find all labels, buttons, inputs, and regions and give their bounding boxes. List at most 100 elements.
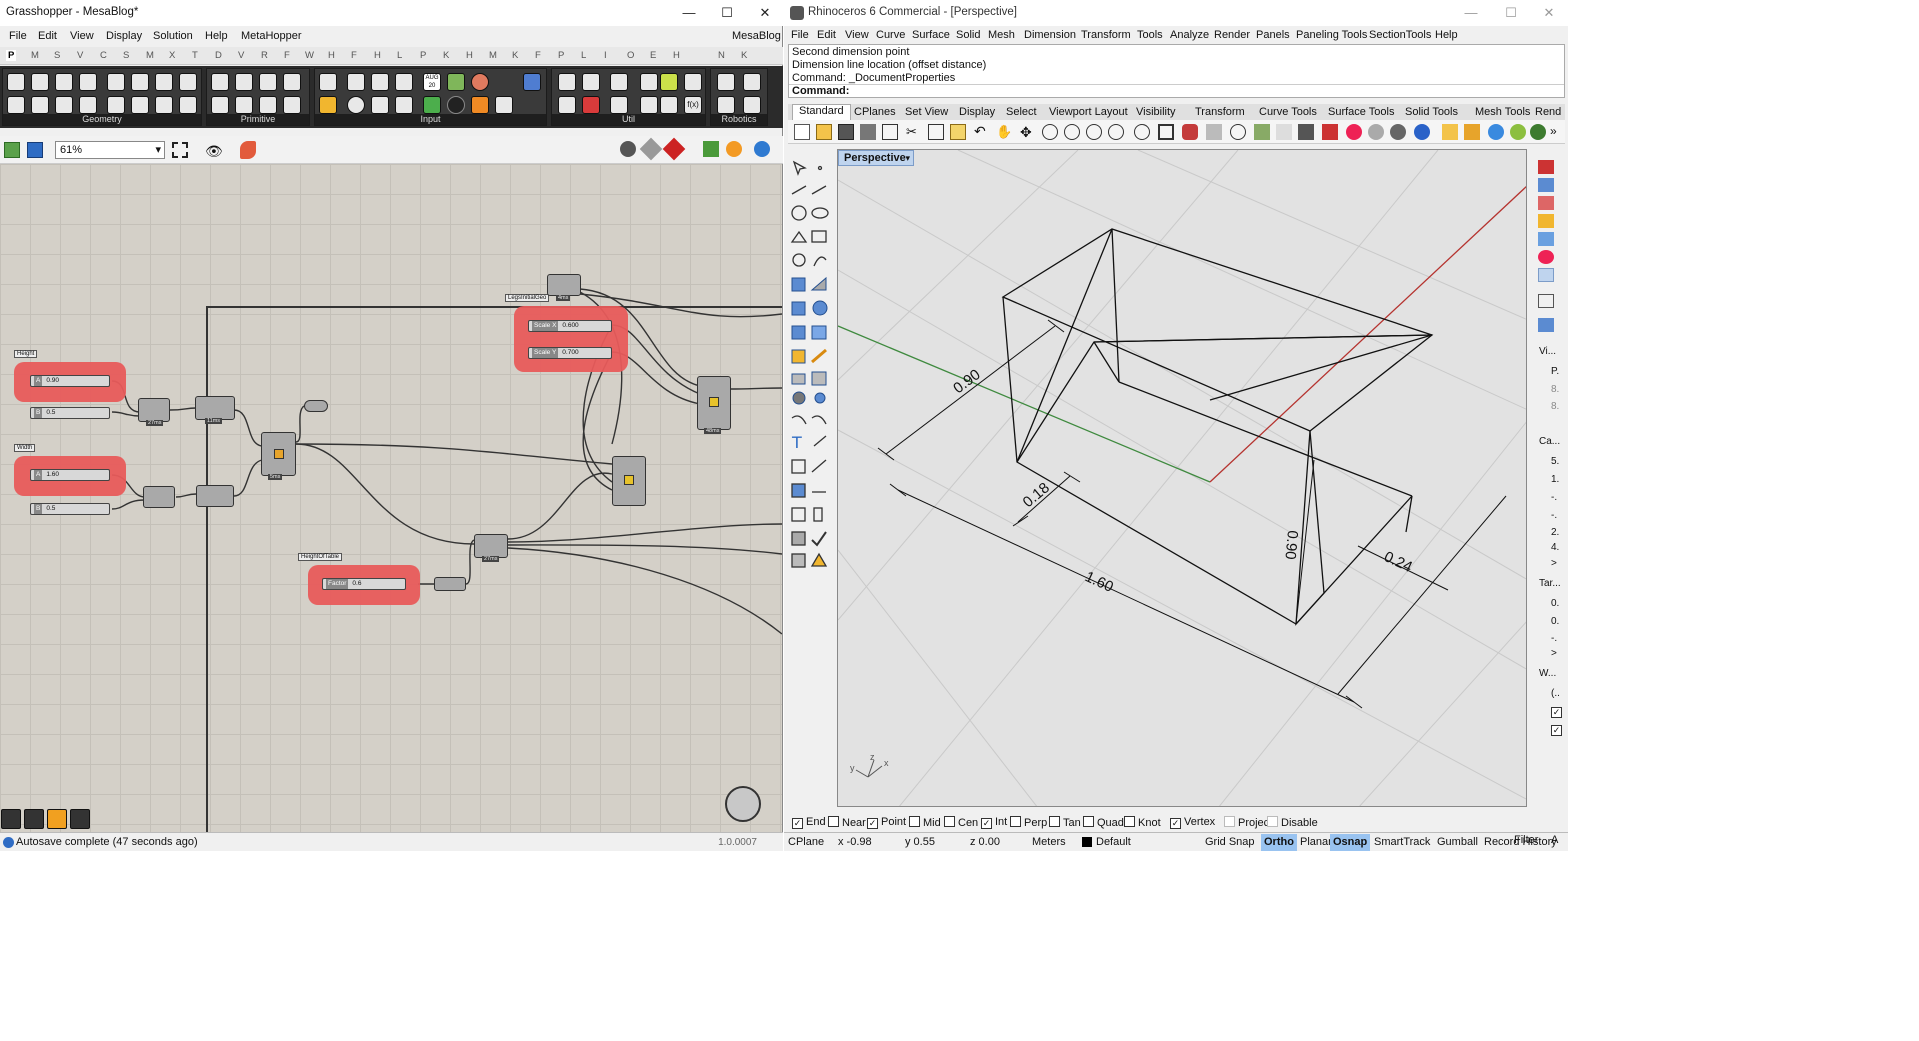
tab-surface-tools[interactable]: Surface Tools: [1328, 106, 1394, 118]
util-target-icon[interactable]: [558, 96, 576, 114]
util-checker-icon[interactable]: [582, 73, 600, 91]
selected-only-icon[interactable]: [703, 141, 719, 157]
area-component[interactable]: [547, 274, 581, 296]
util-scribble-icon[interactable]: [660, 73, 678, 91]
rotate-view-icon[interactable]: ✥: [1020, 124, 1036, 140]
menu-mesh[interactable]: Mesh: [988, 29, 1015, 41]
osnap-knot[interactable]: Knot: [1124, 816, 1161, 829]
canvas-navigation-widget[interactable]: [725, 786, 761, 822]
multiply-component[interactable]: [138, 398, 170, 422]
canvas-lock-icon[interactable]: [70, 809, 90, 829]
tab-mesh-tools[interactable]: Mesh Tools: [1475, 106, 1530, 118]
tab-set-view[interactable]: Set View: [905, 106, 948, 118]
wire-display-icon[interactable]: [24, 809, 44, 829]
menu-curve[interactable]: Curve: [876, 29, 905, 41]
osnap-quad[interactable]: Quad: [1083, 816, 1124, 829]
slider-width-b[interactable]: B 0.5: [30, 503, 110, 515]
tab-h3[interactable]: H: [466, 50, 473, 61]
param-circle-icon[interactable]: [31, 73, 49, 91]
scale-nu-component-2[interactable]: [612, 456, 646, 506]
tab-display[interactable]: Display: [959, 106, 995, 118]
tab-p2[interactable]: P: [558, 50, 564, 61]
tab-standard[interactable]: Standard: [792, 104, 851, 120]
undo-icon[interactable]: ↶: [974, 124, 990, 140]
osnap-perp[interactable]: Perp: [1010, 816, 1047, 829]
tab-h[interactable]: H: [328, 50, 335, 61]
lightbulb-icon[interactable]: [1276, 124, 1292, 140]
move-component[interactable]: [474, 534, 508, 558]
input-file-icon[interactable]: [523, 73, 541, 91]
osnap-end-checkbox[interactable]: ✓: [792, 818, 803, 829]
tab-render-tools[interactable]: Rend: [1535, 106, 1561, 118]
param-point-icon[interactable]: [7, 73, 25, 91]
param-number-icon[interactable]: [211, 96, 229, 114]
input-swatch-icon[interactable]: [447, 73, 465, 91]
tab-solid-tools[interactable]: Solid Tools: [1405, 106, 1458, 118]
zoom-selected-icon[interactable]: [1108, 124, 1124, 140]
tab-f[interactable]: F: [284, 50, 290, 61]
param-mesh-icon[interactable]: [131, 73, 149, 91]
param-location-icon[interactable]: [179, 96, 197, 114]
wireframe-icon[interactable]: [639, 137, 663, 161]
rendered-sphere-icon[interactable]: [1390, 124, 1406, 140]
layer-icon[interactable]: [1322, 124, 1338, 140]
tab-w[interactable]: W: [305, 50, 314, 61]
close-button[interactable]: ✕: [1530, 0, 1568, 26]
tab-h4[interactable]: H: [673, 50, 680, 61]
display-settings-icon[interactable]: [754, 141, 770, 157]
profiler-icon[interactable]: [47, 809, 67, 829]
construct-point-component[interactable]: [195, 396, 235, 420]
osnap-mid-checkbox[interactable]: [909, 816, 920, 827]
help-tab-icon[interactable]: [1538, 232, 1554, 246]
tab-i[interactable]: I: [604, 50, 607, 61]
options-gear-icon[interactable]: [1464, 124, 1480, 140]
preview-eye-icon[interactable]: 👁: [205, 143, 223, 160]
menu-paneling-tools[interactable]: Paneling Tools: [1296, 29, 1367, 41]
osnap-knot-checkbox[interactable]: [1124, 816, 1135, 827]
menu-surface[interactable]: Surface: [912, 29, 950, 41]
param-plane-icon[interactable]: [79, 96, 97, 114]
grasshopper-canvas[interactable]: Height A 0.90 B 0.5 Width A 1.60 B 0.5 27ms …: [0, 164, 782, 832]
osnap-cen[interactable]: Cen: [944, 816, 978, 829]
tab-transform[interactable]: T: [192, 50, 198, 61]
robot-target-icon[interactable]: [717, 96, 735, 114]
util-cluster-icon[interactable]: [640, 73, 658, 91]
tab-h2[interactable]: H: [374, 50, 381, 61]
tab-o[interactable]: O: [627, 50, 634, 61]
param-complex-icon[interactable]: [283, 73, 301, 91]
param-boolean-icon[interactable]: [211, 73, 229, 91]
maximize-button[interactable]: ☐: [708, 0, 746, 26]
tab-f2[interactable]: F: [351, 50, 357, 61]
osnap-disable[interactable]: Disable: [1267, 816, 1318, 829]
slider-width-a[interactable]: A 1.60: [30, 469, 110, 481]
menu-dimension[interactable]: Dimension: [1024, 29, 1076, 41]
robot-program-icon[interactable]: [743, 73, 761, 91]
param-text-icon[interactable]: [235, 96, 253, 114]
tab-viewport-layout[interactable]: Viewport Layout: [1049, 106, 1128, 118]
menu-edit[interactable]: Edit: [38, 30, 57, 42]
calendar-icon[interactable]: AUG 20: [423, 73, 441, 91]
smarttrack-toggle[interactable]: SmartTrack: [1371, 834, 1433, 851]
status-layer[interactable]: Default: [1096, 836, 1131, 848]
plugin-icon[interactable]: [1530, 124, 1546, 140]
input-graph-icon[interactable]: [319, 96, 337, 114]
bake-icon[interactable]: [1, 809, 21, 829]
minimize-button[interactable]: —: [1452, 0, 1490, 26]
osnap-int[interactable]: ✓ Int: [981, 816, 1007, 829]
ortho-toggle[interactable]: Ortho: [1261, 834, 1297, 851]
menu-help[interactable]: Help: [205, 30, 228, 42]
util-flask-icon[interactable]: [640, 96, 658, 114]
util-wire-icon[interactable]: [558, 73, 576, 91]
command-history[interactable]: Second dimension point Dimension line lo…: [788, 44, 1565, 98]
box-rectangle-component[interactable]: [261, 432, 296, 476]
tab-surface[interactable]: S: [123, 50, 129, 61]
osnap-mid[interactable]: Mid: [909, 816, 941, 829]
tab-sets[interactable]: S: [54, 50, 60, 61]
tab-m2[interactable]: M: [489, 50, 497, 61]
cut-icon[interactable]: ✂: [906, 124, 922, 140]
util-cat-icon[interactable]: [684, 73, 702, 91]
panel-checkbox[interactable]: ✓: [1551, 705, 1565, 718]
slider-height-a[interactable]: A 0.90: [30, 375, 110, 387]
menu-solution[interactable]: Solution: [153, 30, 193, 42]
tab-maths[interactable]: M: [31, 50, 39, 61]
